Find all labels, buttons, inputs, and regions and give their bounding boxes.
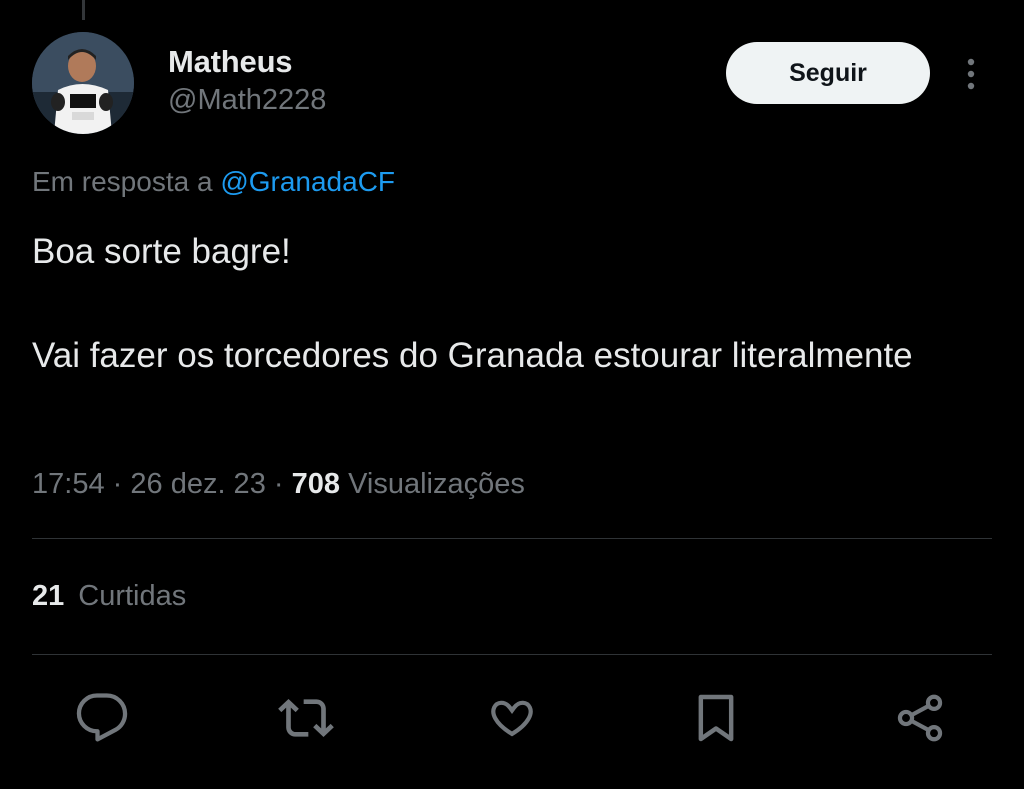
tweet-time[interactable]: 17:54 [32,468,105,500]
tweet-line: Boa sorte bagre! [32,232,291,271]
tweet-line: Vai fazer os torcedores do Granada estou… [32,336,913,375]
reply-context: Em resposta a @GranadaCF [32,166,395,198]
retweet-icon [278,699,334,737]
like-icon [491,700,533,737]
share-button[interactable] [892,690,948,746]
bookmark-icon [698,694,734,742]
views-count[interactable]: 708 [292,468,340,500]
like-button[interactable] [484,690,540,746]
retweet-button[interactable] [278,690,334,746]
share-icon [897,694,943,742]
follow-button[interactable]: Seguir [726,42,930,104]
reply-icon [76,693,128,742]
reply-button[interactable] [74,690,130,746]
bookmark-button[interactable] [688,690,744,746]
more-options-icon[interactable] [958,56,984,92]
tweet-detail: Matheus @Math2228 Seguir Em resposta a @… [0,0,1024,789]
tweet-date[interactable]: 26 dez. 23 [130,468,265,500]
divider [32,654,992,655]
avatar-image [32,32,134,134]
likes-count: 21 [32,580,65,612]
reply-prefix: Em resposta a [32,166,213,197]
tweet-text: Boa sorte bagre! Vai fazer os torcedores… [32,226,992,382]
reply-mention-link[interactable]: @GranadaCF [220,166,395,197]
thread-connector-line [82,0,85,20]
views-label[interactable]: Visualizações [348,468,525,500]
divider [32,538,992,539]
likes-summary[interactable]: 21 Curtidas [32,580,186,613]
likes-label: Curtidas [78,580,187,612]
meta-separator: · [273,468,284,500]
tweet-meta: 17:54 · 26 dez. 23 · 708 Visualizações [32,468,525,501]
author-handle[interactable]: @Math2228 [168,84,326,117]
avatar[interactable] [32,32,134,134]
author-display-name[interactable]: Matheus [168,44,293,80]
meta-separator: · [112,468,123,500]
